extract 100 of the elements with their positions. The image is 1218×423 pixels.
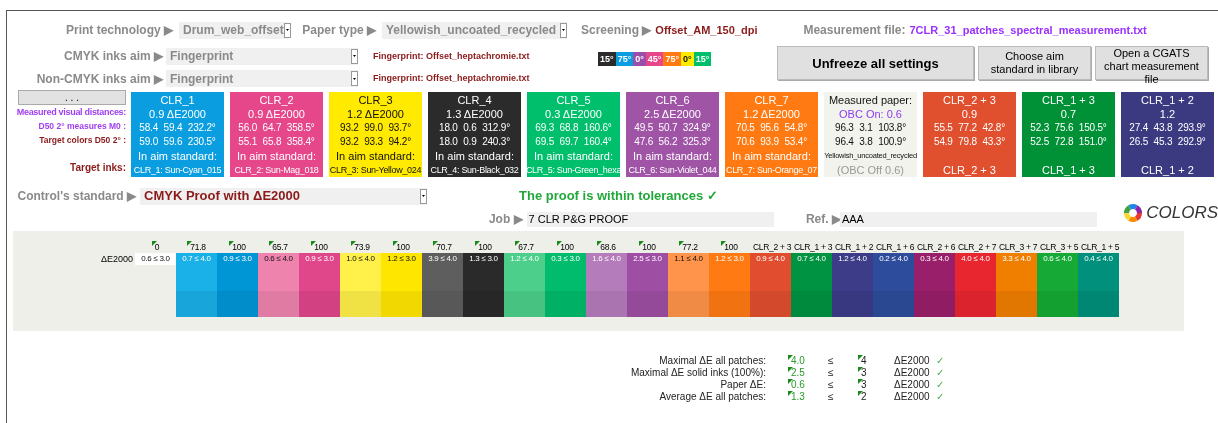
field-label: Paper type ▶ <box>301 22 376 39</box>
cell-marker-icon <box>597 241 603 246</box>
check-icon: ✓ <box>936 379 944 391</box>
color-patch <box>299 265 340 317</box>
cell-marker-icon <box>351 241 357 246</box>
measured-values: 56.0 64.7 358.5° <box>238 121 315 135</box>
delta-value: 0.3 ≤ 3.0 <box>545 253 586 265</box>
measured-values: 55.5 77.2 42.8° <box>934 121 1005 135</box>
screening-angle: 0° <box>681 52 694 66</box>
delta-value: 1.1 ≤ 4.0 <box>668 253 709 265</box>
ref-field[interactable]: AAA <box>839 211 1098 227</box>
column-heading: 0 <box>151 241 160 253</box>
column-heading: 100 <box>721 241 738 253</box>
patch-title: CLR_2 <box>259 93 294 107</box>
target-values: 59.0 59.6 230.5° <box>139 135 216 149</box>
color-patch <box>1037 265 1078 317</box>
row-label: Target colors D50 2° : <box>39 134 126 147</box>
row-label: D50 2° measures M0 : <box>38 120 126 133</box>
delta-value: 3.3 ≤ 4.0 <box>996 253 1037 265</box>
color-patch <box>340 265 381 317</box>
delta-value: 1.3 ≤ 3.0 <box>463 253 504 265</box>
column-heading: 65.7 <box>269 241 288 253</box>
delta-e-value: 1.2 ΔE2000 <box>347 107 404 121</box>
summary-value: 1.3 <box>788 391 828 403</box>
unit-label: ΔE2000 <box>894 367 931 379</box>
ink-name: CLR_2: Sun-Mag_018 <box>234 164 319 177</box>
target-values: 55.1 65.8 358.4° <box>238 135 315 149</box>
color-patch <box>873 265 914 317</box>
screening-angle: 15° <box>598 52 616 66</box>
more-button[interactable]: . . . <box>18 90 126 105</box>
column-heading: CLR_1 + 3 <box>792 241 833 253</box>
cell-marker-icon <box>639 241 645 246</box>
cell-marker-icon <box>187 241 193 246</box>
color-patch <box>627 265 668 317</box>
delta-e-value: 0.7 <box>1060 107 1077 121</box>
column-heading: 100 <box>393 241 410 253</box>
column-heading: 77.2 <box>679 241 698 253</box>
fingerprint-note: Fingerprint: Offset_heptachromie.txt <box>373 72 530 85</box>
cell-marker-icon <box>788 379 793 384</box>
delta-value: 0.2 ≤ 4.0 <box>873 253 914 265</box>
delta-e-value: 1.2 ΔE2000 <box>743 107 800 121</box>
patch-footer: CLR_1 + 2 <box>1141 163 1194 177</box>
target-values: 47.6 56.2 325.3° <box>634 135 711 149</box>
column-heading: 67.7 <box>515 241 534 253</box>
delta-e-value: 0.3 ΔE2000 <box>545 107 602 121</box>
patch-title: CLR_1 + 3 <box>1042 93 1095 107</box>
patch-title: CLR_7 <box>754 93 789 107</box>
summary-label: Paper ΔE: <box>719 379 766 391</box>
field-label: Screening ▶ <box>581 22 652 39</box>
cell-marker-icon <box>151 241 157 246</box>
measured-values: 96.3 3.1 103.8° <box>835 121 906 135</box>
operator: ≤ <box>828 355 835 367</box>
color-patch <box>422 265 463 317</box>
aim-label: In aim standard: <box>732 149 811 163</box>
unit-label: ΔE2000 <box>894 355 931 367</box>
aim-label: In aim standard: <box>534 149 613 163</box>
measured-values: 93.2 99.0 93.7° <box>340 121 411 135</box>
target-values: 70.6 93.9 53.4° <box>736 135 807 149</box>
delta-value: 1.6 ≤ 4.0 <box>586 253 627 265</box>
operator: ≤ <box>828 379 835 391</box>
file-name: 7CLR_31_patches_spectral_measurement.txt <box>909 22 1147 38</box>
cell-marker-icon <box>269 241 275 246</box>
delta-e-value: 0.9 ΔE2000 <box>149 107 206 121</box>
summary-label: Maximal ΔE all patches: <box>658 355 766 367</box>
field-label: Measurement file: <box>803 22 906 39</box>
limit-value: 4 <box>858 355 894 367</box>
target-values: 96.4 3.8 100.9° <box>835 135 906 149</box>
obc-on-value: OBC On: 0.6 <box>839 107 902 121</box>
action-button[interactable]: Choose aim standard in library <box>978 46 1091 80</box>
ink-name: CLR_6: Sun-Violet_044 <box>628 164 717 177</box>
color-patch <box>709 265 750 317</box>
patch-title: CLR_3 <box>358 93 393 107</box>
unit-label: ΔE2000 <box>894 391 931 403</box>
limit-value: 2 <box>858 391 894 403</box>
job-field[interactable]: 7 CLR P&G PROOF <box>526 211 774 227</box>
delta-value: 0.3 ≤ 4.0 <box>914 253 955 265</box>
action-button[interactable]: Unfreeze all settings <box>777 46 974 80</box>
obc-off-value: (OBC Off 0.6) <box>836 163 904 177</box>
column-heading: 100 <box>475 241 492 253</box>
cell-marker-icon <box>433 241 439 246</box>
ink-name: CLR_7: Sun-Orange_07 <box>725 164 818 177</box>
delta-value: 0.7 ≤ 4.0 <box>791 253 832 265</box>
screening-angle: 75° <box>663 52 682 66</box>
column-heading: CLR_1 + 6 <box>874 241 915 253</box>
color-patch <box>381 265 422 317</box>
measured-values: 52.3 75.6 150.5° <box>1030 121 1107 135</box>
dropdown[interactable]: CMYK Proof with ΔE2000 <box>140 187 427 205</box>
color-patch <box>668 265 709 317</box>
color-patch <box>586 265 627 317</box>
delta-e-value: 1.2 <box>1159 107 1176 121</box>
color-patch <box>832 265 873 317</box>
delta-value: 4.0 ≤ 4.0 <box>955 253 996 265</box>
delta-value: 0.9 ≤ 4.0 <box>750 253 791 265</box>
cell-marker-icon <box>515 241 521 246</box>
ink-name: CLR_4: Sun-Black_032 <box>430 164 519 177</box>
column-heading: CLR_1 + 5 <box>1079 241 1120 253</box>
patch-title: CLR_4 <box>457 93 492 107</box>
delta-value: 0.6 ≤ 3.0 <box>135 253 176 265</box>
measured-values: 27.4 43.8 293.9° <box>1129 121 1206 135</box>
fingerprint-note: Fingerprint: Offset_heptachromie.txt <box>373 49 530 63</box>
